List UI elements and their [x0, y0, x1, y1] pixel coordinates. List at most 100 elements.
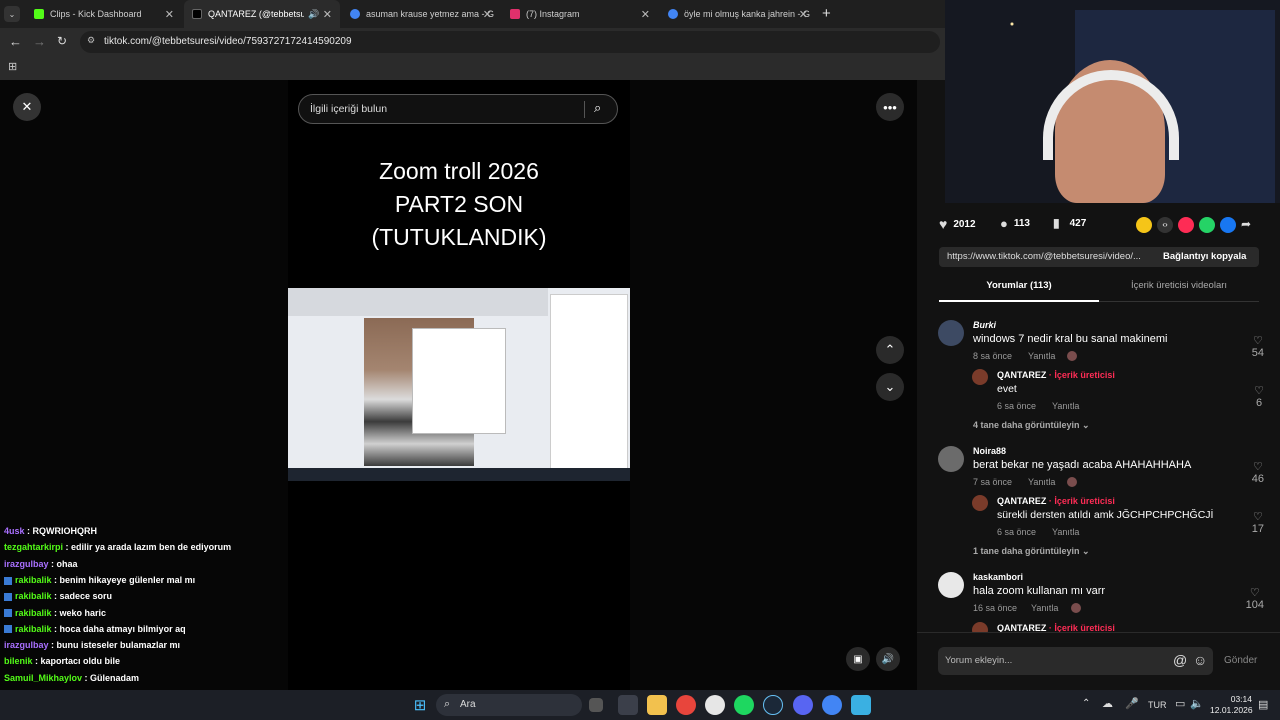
- chat-username[interactable]: rakibalik: [15, 575, 52, 585]
- notification-icon[interactable]: ▤: [1258, 698, 1268, 711]
- post-comment-button[interactable]: Gönder: [1224, 655, 1257, 666]
- chrome-icon[interactable]: [676, 695, 696, 715]
- close-video-button[interactable]: ✕: [13, 93, 41, 121]
- avatar[interactable]: [938, 320, 964, 346]
- taskbar-search[interactable]: ⌕ Ara: [436, 694, 582, 716]
- view-more-replies[interactable]: 4 tane daha görüntüleyin ⌄: [973, 420, 1090, 431]
- avatar[interactable]: [938, 572, 964, 598]
- send-icon[interactable]: [1178, 217, 1194, 233]
- share-arrow-icon[interactable]: ➦: [1241, 217, 1251, 233]
- comment-input[interactable]: Yorum ekleyin... @ ☺: [938, 647, 1213, 675]
- video-player[interactable]: İlgili içeriği bulun ⌕ Zoom troll 2026 P…: [288, 80, 630, 690]
- tab-google-search-1[interactable]: asuman krause yetmez ama - G ✕: [342, 0, 500, 28]
- search-icon[interactable]: ⌕: [594, 100, 601, 116]
- tab-tiktok[interactable]: QANTAREZ (@tebbetsuresi) 🔊 ✕: [184, 0, 340, 28]
- repost-icon[interactable]: [1136, 217, 1152, 233]
- emoji-icon[interactable]: ☺: [1193, 652, 1207, 668]
- tab-comments[interactable]: Yorumlar (113): [939, 280, 1099, 302]
- chat-username[interactable]: irazgulbay: [4, 559, 49, 569]
- forward-icon[interactable]: →: [33, 34, 46, 49]
- embed-icon[interactable]: ‹›: [1157, 217, 1173, 233]
- previous-video-button[interactable]: ⌃: [876, 336, 904, 364]
- facebook-icon[interactable]: [1220, 217, 1236, 233]
- tab-title: öyle mi olmuş kanka jahrein - G: [684, 9, 811, 19]
- reply-button[interactable]: Yanıtla: [1052, 401, 1079, 411]
- mention-icon[interactable]: @: [1173, 652, 1187, 668]
- chrome-active-icon[interactable]: [822, 695, 842, 715]
- close-tab-icon[interactable]: ✕: [165, 8, 174, 21]
- chat-username[interactable]: rakibalik: [15, 624, 52, 634]
- comment-username[interactable]: Noira88: [973, 446, 1006, 456]
- microphone-icon[interactable]: 🎤: [1125, 697, 1139, 710]
- tab-kick-dashboard[interactable]: Clips - Kick Dashboard ✕: [26, 0, 182, 28]
- apps-grid-icon[interactable]: ⊞: [8, 60, 17, 73]
- store-icon[interactable]: [618, 695, 638, 715]
- chat-username[interactable]: rakibalik: [15, 591, 52, 601]
- clock[interactable]: 03:14 12.01.2026: [1210, 694, 1253, 716]
- volume-button[interactable]: 🔊: [876, 647, 900, 671]
- reply-user[interactable]: QANTAREZ: [997, 623, 1046, 632]
- related-search-input[interactable]: İlgili içeriği bulun ⌕: [298, 94, 618, 124]
- speaker-icon[interactable]: 🔊: [308, 9, 319, 20]
- save-button[interactable]: ▮ 427: [1053, 216, 1086, 230]
- more-options-button[interactable]: •••: [876, 93, 904, 121]
- comment-like[interactable]: ♡ 54: [1252, 334, 1264, 359]
- avatar[interactable]: [972, 495, 988, 511]
- reply-button[interactable]: Yanıtla: [1031, 603, 1058, 613]
- tray-chevron-icon[interactable]: ⌃: [1082, 698, 1090, 709]
- github-icon[interactable]: [705, 695, 725, 715]
- task-view-icon[interactable]: [589, 698, 603, 712]
- chat-username[interactable]: 4usk: [4, 526, 25, 536]
- avatar[interactable]: [938, 446, 964, 472]
- chat-username[interactable]: tezgahtarkirpi: [4, 542, 63, 552]
- discord-icon[interactable]: [793, 695, 813, 715]
- reply-button[interactable]: Yanıtla: [1028, 477, 1055, 487]
- address-bar[interactable]: ⚙ tiktok.com/@tebbetsuresi/video/7593727…: [80, 31, 940, 53]
- close-tab-icon[interactable]: ✕: [323, 8, 332, 21]
- comment-like[interactable]: ♡ 46: [1252, 460, 1264, 485]
- reply-like[interactable]: ♡ 17: [1252, 510, 1264, 535]
- close-tab-icon[interactable]: ✕: [799, 8, 808, 21]
- onedrive-icon[interactable]: ☁: [1102, 697, 1113, 710]
- reply-button[interactable]: Yanıtla: [1052, 527, 1079, 537]
- reload-icon[interactable]: ↻: [57, 34, 67, 48]
- chat-username[interactable]: irazgulbay: [4, 640, 49, 650]
- view-more-replies[interactable]: 1 tane daha görüntüleyin ⌄: [973, 546, 1090, 557]
- comment-username[interactable]: Burki: [973, 320, 996, 330]
- network-icon[interactable]: ▭: [1175, 697, 1185, 710]
- chat-username[interactable]: bilenik: [4, 656, 33, 666]
- mini-player-button[interactable]: ▣: [846, 647, 870, 671]
- copy-link-button[interactable]: Bağlantıyı kopyala: [1163, 251, 1246, 262]
- new-tab-button[interactable]: +: [822, 5, 831, 22]
- volume-icon[interactable]: 🔈: [1190, 697, 1204, 710]
- next-video-button[interactable]: ⌄: [876, 373, 904, 401]
- comment-button[interactable]: ● 113: [1000, 216, 1030, 231]
- tab-list-dropdown[interactable]: ⌄: [4, 6, 20, 22]
- chat-message: tezgahtarkirpi : edilir ya arada lazım b…: [4, 542, 231, 552]
- tab-google-search-2[interactable]: öyle mi olmuş kanka jahrein - G ✕: [660, 0, 816, 28]
- avatar[interactable]: [972, 622, 988, 632]
- site-info-icon[interactable]: ⚙: [87, 35, 95, 46]
- reply-button[interactable]: Yanıtla: [1028, 351, 1055, 361]
- tab-creator-videos[interactable]: İçerik üreticisi videoları: [1099, 280, 1259, 302]
- start-icon[interactable]: ⊞: [410, 695, 430, 715]
- reply-user[interactable]: QANTAREZ: [997, 370, 1046, 380]
- comment-username[interactable]: kaskambori: [973, 572, 1023, 582]
- like-button[interactable]: ♥ 2012: [939, 216, 976, 232]
- tab-instagram[interactable]: (7) Instagram ✕: [502, 0, 658, 28]
- keyboard-language[interactable]: TUR: [1148, 700, 1167, 710]
- whatsapp-icon[interactable]: [1199, 217, 1215, 233]
- chat-username[interactable]: rakibalik: [15, 608, 52, 618]
- close-tab-icon[interactable]: ✕: [483, 8, 492, 21]
- chat-username[interactable]: Samuil_Mikhaylov: [4, 673, 82, 683]
- steam-icon[interactable]: [763, 695, 783, 715]
- file-explorer-icon[interactable]: [647, 695, 667, 715]
- notepad-icon[interactable]: [851, 695, 871, 715]
- close-tab-icon[interactable]: ✕: [641, 8, 650, 21]
- reply-like[interactable]: ♡ 6: [1254, 384, 1264, 409]
- avatar[interactable]: [972, 369, 988, 385]
- comment-like[interactable]: ♡ 104: [1246, 586, 1264, 611]
- back-icon[interactable]: ←: [9, 34, 22, 49]
- reply-user[interactable]: QANTAREZ: [997, 496, 1046, 506]
- spotify-icon[interactable]: [734, 695, 754, 715]
